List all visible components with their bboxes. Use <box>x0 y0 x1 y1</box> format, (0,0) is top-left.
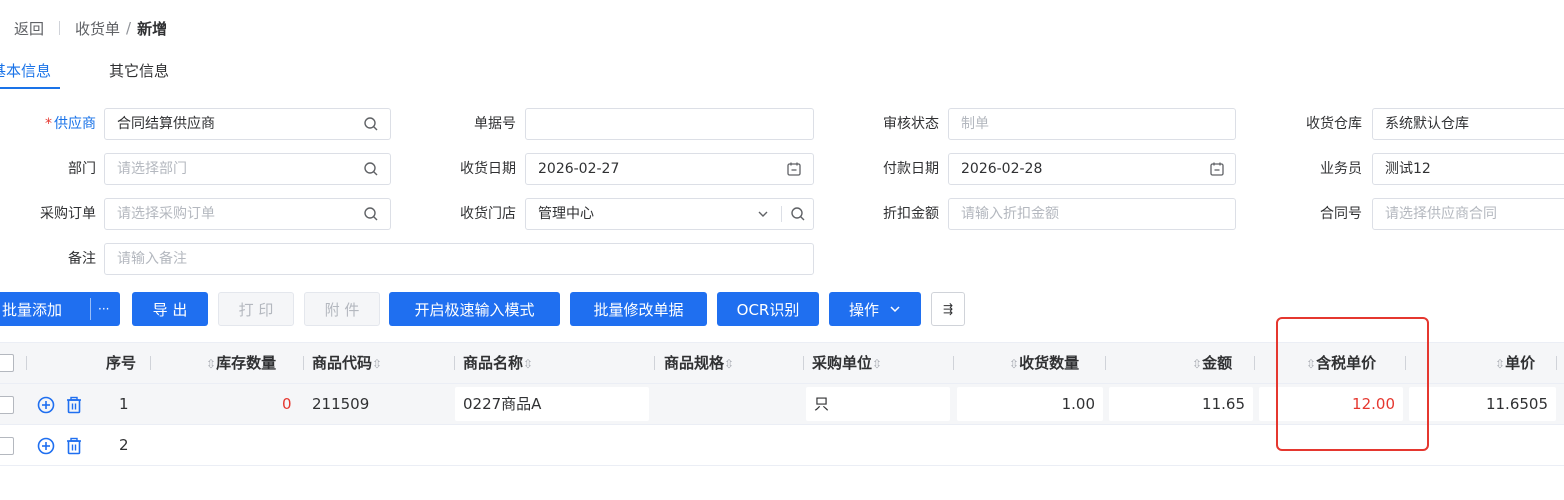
breadcrumb-parent[interactable]: 收货单 <box>75 18 120 39</box>
required-mark: * <box>45 116 52 132</box>
breadcrumb-divider <box>59 21 61 35</box>
header-price[interactable]: ⇳单价 <box>1495 343 1535 383</box>
form-row-2: 部门 请选择部门 收货日期 2026-02-27 付款日期 2026-02-28… <box>0 153 1564 185</box>
header-spec[interactable]: 商品规格⇳ <box>664 343 734 383</box>
cell-name[interactable]: 0227商品A <box>455 387 649 421</box>
back-link[interactable]: 返回 <box>14 18 44 39</box>
calendar-icon[interactable] <box>1202 153 1232 185</box>
search-icon[interactable] <box>356 108 386 140</box>
header-divider <box>654 356 655 370</box>
ocr-button[interactable]: OCR识别 <box>717 292 819 326</box>
header-stock[interactable]: ⇳库存数量 <box>206 343 276 383</box>
discount-label: 折扣金额 <box>883 206 939 222</box>
row-checkbox[interactable] <box>0 396 14 414</box>
cell-seq: 2 <box>119 436 129 454</box>
chevron-down-icon[interactable] <box>748 198 778 230</box>
fast-input-button[interactable]: 开启极速输入模式 <box>389 292 560 326</box>
warehouse-input[interactable]: 系统默认仓库 <box>1372 108 1564 140</box>
header-divider <box>454 356 455 370</box>
department-label: 部门 <box>68 161 96 177</box>
calendar-icon[interactable] <box>779 153 809 185</box>
header-amount[interactable]: ⇳金额 <box>1192 343 1232 383</box>
more-icon[interactable]: ··· <box>98 302 109 316</box>
export-button[interactable]: 导 出 <box>132 292 208 326</box>
receive-date-input[interactable]: 2026-02-27 <box>525 153 814 185</box>
header-divider <box>150 356 151 370</box>
pay-date-label: 付款日期 <box>883 161 939 177</box>
purchase-order-label: 采购订单 <box>40 206 96 222</box>
chevron-down-icon <box>890 306 900 313</box>
remark-label: 备注 <box>68 251 96 267</box>
cell-seq: 1 <box>119 395 129 413</box>
header-unit[interactable]: 采购单位⇳ <box>812 343 882 383</box>
receive-date-label: 收货日期 <box>460 161 516 177</box>
split-divider <box>90 298 91 320</box>
print-button[interactable]: 打 印 <box>218 292 294 326</box>
form-row-1: * 供应商 合同结算供应商 单据号 审核状态 制单 收货仓库 系统默认仓库 <box>0 108 1564 140</box>
breadcrumb: 返回 收货单 / 新增 <box>14 16 167 40</box>
add-circle-icon[interactable] <box>36 436 56 456</box>
supplier-label: * 供应商 <box>45 116 96 132</box>
search-icon[interactable] <box>356 198 386 230</box>
operate-label: 操作 <box>848 300 879 319</box>
cell-code: 211509 <box>312 395 370 413</box>
header-seq: 序号 <box>106 354 137 372</box>
breadcrumb-current: 新增 <box>137 19 168 38</box>
salesman-input[interactable]: 测试12 <box>1372 153 1564 185</box>
header-divider <box>1105 356 1106 370</box>
header-divider <box>953 356 954 370</box>
header-name[interactable]: 商品名称⇳ <box>463 343 533 383</box>
search-icon[interactable] <box>783 198 813 230</box>
batch-add-group: 批量添加 ··· <box>0 292 120 326</box>
contract-label: 合同号 <box>1320 206 1362 222</box>
add-circle-icon[interactable] <box>36 395 56 415</box>
tab-active-indicator <box>0 87 60 89</box>
form-row-3: 采购订单 请选择采购订单 收货门店 管理中心 折扣金额 请输入折扣金额 合同号 … <box>0 198 1564 230</box>
audit-status-input: 制单 <box>948 108 1236 140</box>
doc-no-label: 单据号 <box>474 116 516 132</box>
attach-button[interactable]: 附 件 <box>304 292 380 326</box>
breadcrumb-separator: / <box>126 19 132 37</box>
cell-stock: 0 <box>282 395 292 413</box>
store-label: 收货门店 <box>460 206 516 222</box>
tab-other-info[interactable]: 其它信息 <box>109 60 169 81</box>
operate-dropdown[interactable]: 操作 <box>829 292 921 326</box>
select-divider <box>781 206 782 222</box>
discount-input[interactable]: 请输入折扣金额 <box>948 198 1236 230</box>
header-qty[interactable]: ⇳收货数量 <box>1009 343 1079 383</box>
cell-amount[interactable]: 11.65 <box>1109 387 1253 421</box>
pay-date-input[interactable]: 2026-02-28 <box>948 153 1236 185</box>
header-divider <box>803 356 804 370</box>
highlight-box <box>1276 317 1429 451</box>
batch-edit-button[interactable]: 批量修改单据 <box>570 292 707 326</box>
tab-bar: 基本信息 其它信息 <box>0 56 1564 92</box>
audit-status-label: 审核状态 <box>883 116 939 132</box>
form-row-4: 备注 请输入备注 <box>0 243 1564 275</box>
column-setting-icon[interactable]: ⇶ <box>931 292 965 326</box>
header-divider <box>1254 356 1255 370</box>
row-checkbox[interactable] <box>0 437 14 455</box>
cell-unit[interactable]: 只 <box>806 387 950 421</box>
search-icon[interactable] <box>356 153 386 185</box>
header-divider <box>303 356 304 370</box>
warehouse-label: 收货仓库 <box>1306 116 1362 132</box>
cell-price[interactable]: 11.6505 <box>1409 387 1556 421</box>
cell-qty[interactable]: 1.00 <box>957 387 1103 421</box>
contract-input[interactable]: 请选择供应商合同 <box>1372 198 1564 230</box>
doc-no-input[interactable] <box>525 108 814 140</box>
header-divider <box>26 356 27 370</box>
remark-input[interactable]: 请输入备注 <box>104 243 814 275</box>
header-divider <box>1556 356 1557 370</box>
supplier-input[interactable]: 合同结算供应商 <box>104 108 391 140</box>
department-input[interactable]: 请选择部门 <box>104 153 391 185</box>
trash-icon[interactable] <box>64 436 84 456</box>
salesman-label: 业务员 <box>1320 161 1362 177</box>
purchase-order-input[interactable]: 请选择采购订单 <box>104 198 391 230</box>
trash-icon[interactable] <box>64 395 84 415</box>
select-all-checkbox[interactable] <box>0 354 14 372</box>
header-code[interactable]: 商品代码⇳ <box>312 343 382 383</box>
batch-add-button[interactable]: 批量添加 <box>2 299 62 320</box>
tab-basic-info[interactable]: 基本信息 <box>0 60 51 81</box>
